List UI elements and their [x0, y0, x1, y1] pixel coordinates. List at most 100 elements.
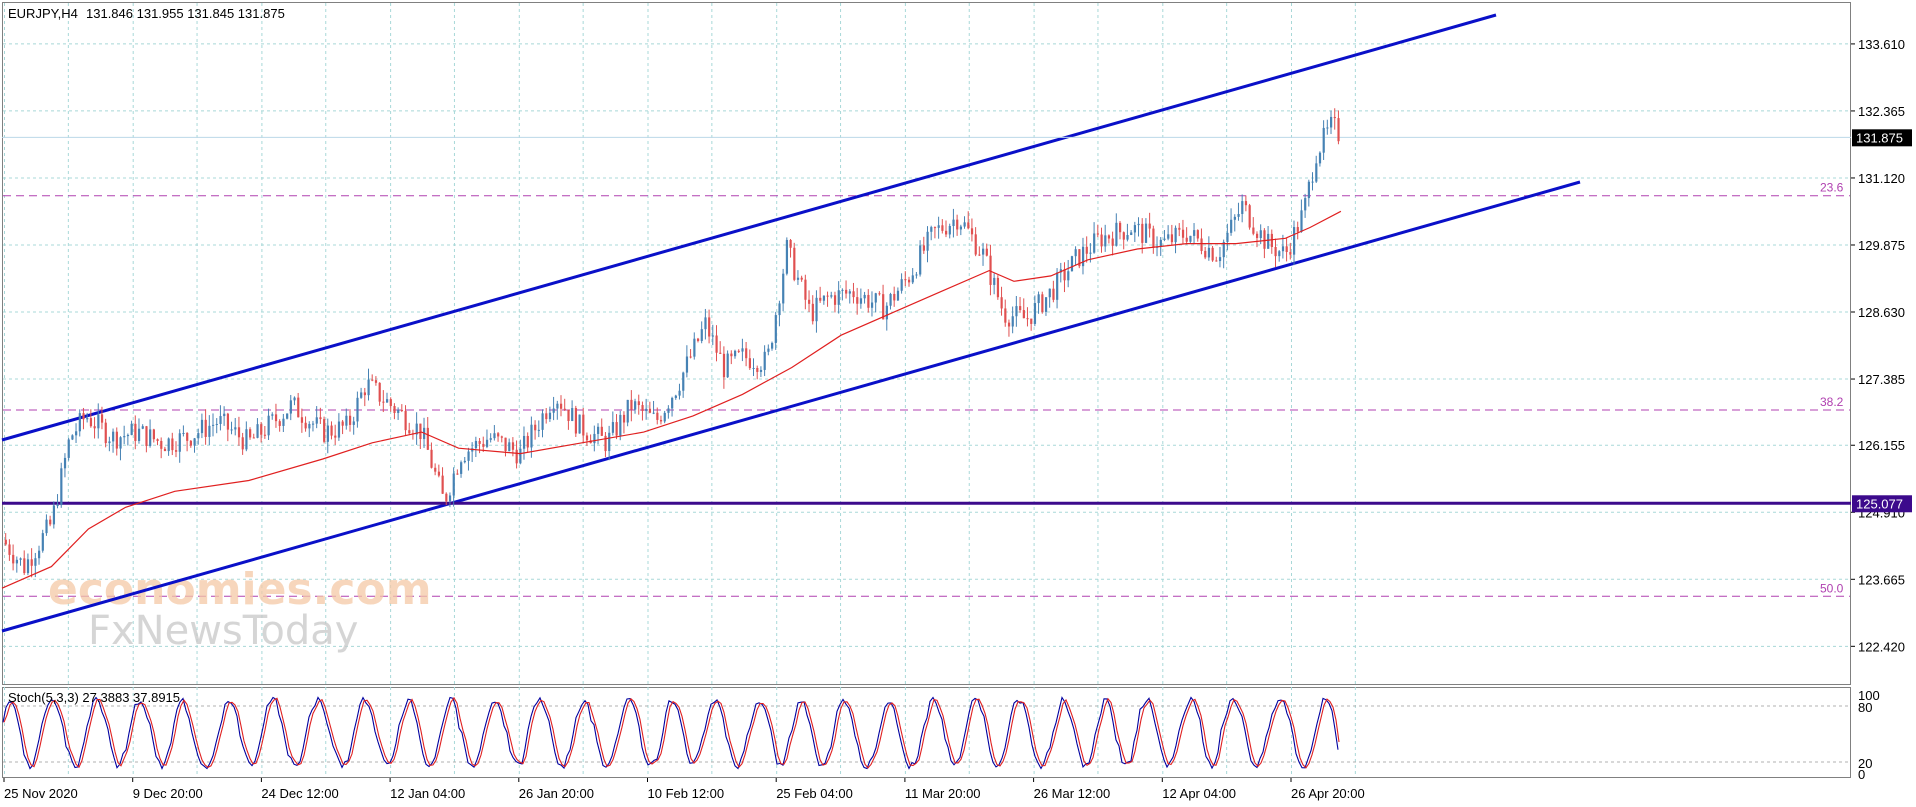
candle-body [730, 353, 733, 357]
candle-body [800, 277, 803, 280]
candle-body [441, 475, 444, 494]
candle-body [637, 401, 640, 406]
candle-body [748, 358, 752, 369]
candle-body [937, 225, 940, 228]
candle-body [756, 367, 759, 372]
candle-body [1337, 118, 1340, 142]
candle-body [1167, 234, 1170, 239]
candle-body [574, 408, 578, 434]
candle-body [545, 413, 548, 420]
candle-body [526, 435, 529, 448]
candle-body [1089, 252, 1092, 254]
candle-body [796, 277, 800, 280]
candle-body [93, 426, 96, 429]
candle-body [100, 414, 104, 423]
candle-body [567, 409, 570, 422]
ohlc-values: 131.846 131.955 131.845 131.875 [86, 6, 285, 21]
candle-body [571, 408, 574, 422]
candle-body [408, 430, 411, 434]
candle-body [126, 434, 130, 437]
candle-body [993, 277, 996, 285]
candle-body [778, 303, 781, 316]
price-chart[interactable]: 23.638.250.0 economies.com FxNewsToday 1… [0, 0, 1916, 807]
candle-body [67, 439, 70, 458]
candle-body [956, 219, 959, 230]
price-tick-label: 126.155 [1858, 438, 1905, 453]
candle-body [8, 544, 11, 555]
candle-body [863, 294, 866, 299]
candle-body [1163, 238, 1166, 240]
candle-body [1311, 181, 1314, 183]
candle-body [315, 417, 318, 424]
candle-body [1000, 297, 1003, 309]
candle-body [659, 419, 663, 422]
candle-body [1181, 229, 1185, 238]
candle-body [996, 277, 1000, 298]
candle-body [852, 291, 855, 298]
candle-body [400, 409, 404, 411]
candle-body [319, 417, 322, 420]
candle-body [1196, 230, 1199, 239]
candle-body [711, 335, 714, 337]
candle-body [745, 348, 748, 359]
candle-body [1015, 306, 1018, 317]
candle-body [845, 289, 848, 294]
candle-body [178, 433, 181, 452]
time-tick-label: 9 Dec 20:00 [133, 786, 203, 801]
candle-body [1274, 247, 1277, 257]
candle-body [1178, 227, 1181, 230]
candle-body [693, 338, 696, 357]
candle-body [204, 419, 207, 437]
candle-body [371, 379, 374, 381]
candle-body [86, 418, 89, 420]
candle-body [741, 348, 744, 352]
candle-body [1230, 219, 1233, 233]
last-price-tag: 131.875 [1852, 129, 1912, 147]
candle-body [922, 245, 925, 251]
candle-body [104, 422, 107, 444]
candle-body [622, 414, 626, 423]
candle-body [367, 379, 370, 396]
candle-body [137, 428, 141, 441]
candle-body [859, 298, 863, 304]
candle-body [733, 350, 737, 357]
candle-body [982, 248, 985, 255]
stoch-level-0: 0 [1858, 767, 1865, 782]
candle-body [1133, 225, 1137, 233]
time-tick-label: 11 Mar 20:00 [905, 786, 981, 801]
price-tick-label: 123.665 [1858, 572, 1905, 587]
candle-body [115, 431, 118, 449]
candle-body [752, 367, 755, 369]
candle-body [260, 424, 263, 435]
candle-body [978, 254, 981, 256]
candle-body [397, 409, 400, 413]
candle-body [108, 441, 111, 444]
candle-body [611, 422, 615, 433]
candle-body [848, 291, 851, 294]
candle-body [1004, 308, 1007, 323]
candle-body [289, 400, 292, 414]
candle-body [1137, 223, 1140, 226]
candle-body [634, 401, 637, 410]
candle-body [919, 245, 922, 275]
time-tick-label: 25 Feb 04:00 [776, 786, 853, 801]
candle-body [619, 414, 622, 436]
candle-body [1326, 127, 1329, 129]
candle-body [1267, 233, 1270, 249]
candle-body [541, 413, 544, 430]
candle-body [560, 403, 563, 409]
candle-body [1330, 116, 1333, 128]
candle-body [1307, 181, 1311, 199]
watermark-line2: FxNewsToday [88, 608, 358, 654]
candle-body [874, 293, 877, 303]
candle-body [1019, 306, 1022, 311]
time-tick-label: 10 Feb 12:00 [648, 786, 725, 801]
candle-body [870, 302, 874, 308]
candle-body [430, 449, 433, 468]
candle-body [674, 395, 677, 398]
candle-body [1033, 303, 1037, 324]
candle-body [182, 432, 185, 434]
time-tick-label: 26 Apr 20:00 [1291, 786, 1365, 801]
candle-body [1122, 232, 1125, 240]
candle-body [300, 417, 304, 423]
